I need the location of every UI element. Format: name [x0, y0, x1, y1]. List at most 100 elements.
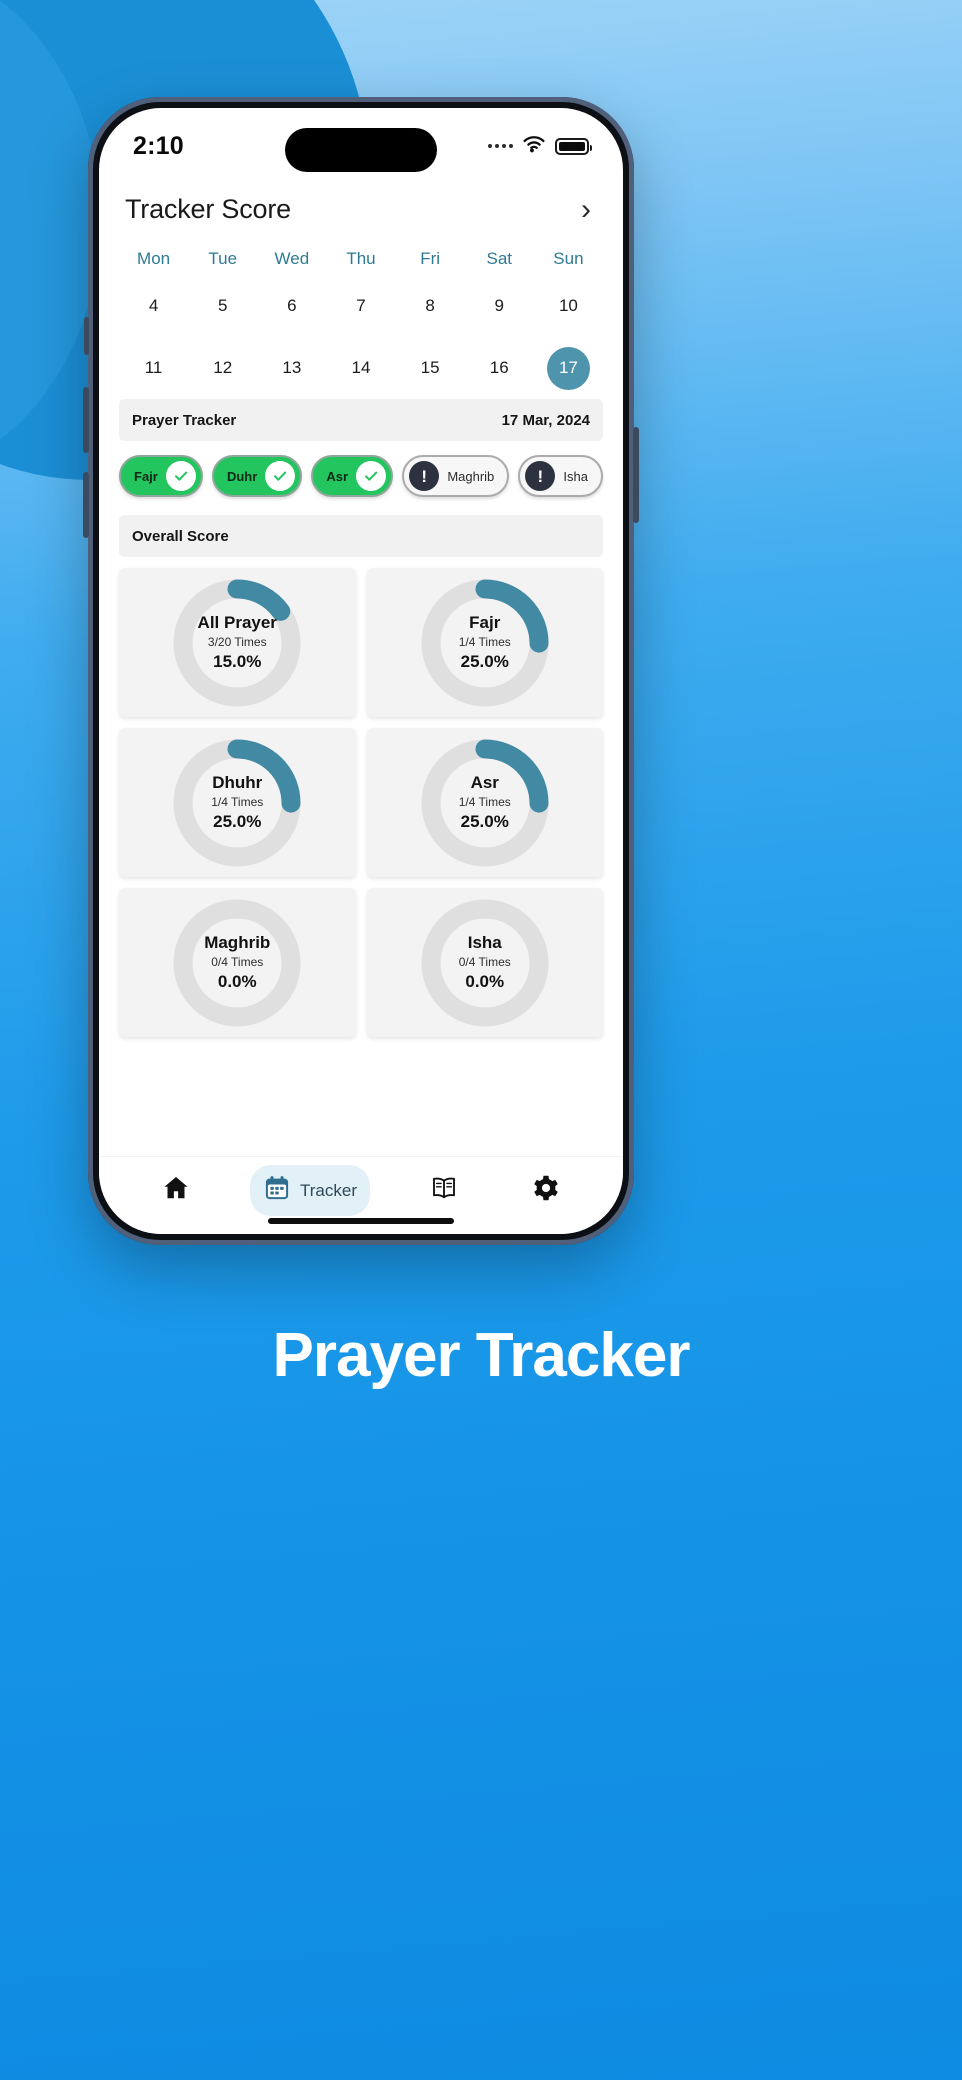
calendar-dow: Thu	[346, 249, 376, 268]
calendar-dow: Fri	[420, 249, 441, 268]
prayer-pill-fajr[interactable]: Fajr	[119, 455, 203, 497]
phone-mockup: 2:10 Tracker Score › Mon Tue Wed Thu Fri…	[83, 97, 639, 1245]
volume-up-button[interactable]	[83, 387, 89, 453]
calendar-day[interactable]: 16	[465, 345, 534, 391]
calendar-day[interactable]: 6	[257, 283, 326, 329]
score-card-name: Isha	[467, 932, 502, 952]
exclamation-icon: !	[409, 461, 440, 491]
calendar-day-selected[interactable]: 17	[534, 345, 603, 391]
status-bar: 2:10	[99, 108, 623, 180]
volume-down-button[interactable]	[83, 472, 89, 538]
calendar-week-row: 4 5 6 7 8 9 10	[119, 283, 603, 329]
score-card-percent: 15.0%	[213, 652, 262, 672]
donut-chart: Asr 1/4 Times 25.0%	[416, 734, 554, 872]
wifi-icon	[522, 135, 546, 158]
score-card[interactable]: All Prayer 3/20 Times 15.0%	[119, 568, 356, 717]
prayer-pill-label: Fajr	[134, 468, 158, 484]
score-card-name: Fajr	[469, 612, 501, 632]
prayer-pill-maghrib[interactable]: ! Maghrib	[402, 455, 510, 497]
score-card-percent: 25.0%	[213, 812, 262, 832]
calendar-day[interactable]: 4	[119, 283, 188, 329]
calendar-day[interactable]: 7	[326, 283, 395, 329]
app-header: Tracker Score ›	[99, 180, 623, 235]
mute-switch[interactable]	[84, 317, 89, 355]
nav-item-book[interactable]	[416, 1164, 472, 1217]
calendar-dow: Tue	[208, 249, 238, 268]
calendar-dow: Sat	[486, 249, 513, 268]
score-card-times: 3/20 Times	[207, 635, 267, 650]
score-card-grid: All Prayer 3/20 Times 15.0% Fajr 1/4 Times 25…	[99, 557, 623, 1037]
prayer-pill-label: Maghrib	[447, 468, 495, 484]
score-card-percent: 25.0%	[460, 812, 509, 832]
score-card[interactable]: Maghrib 0/4 Times 0.0%	[119, 888, 356, 1037]
calendar-strip: Mon Tue Wed Thu Fri Sat Sun 4 5 6 7 8 9 …	[99, 235, 623, 391]
score-card[interactable]: Isha 0/4 Times 0.0%	[366, 888, 603, 1037]
prayer-pill-label: Duhr	[226, 468, 258, 484]
score-card-percent: 0.0%	[217, 972, 257, 992]
nav-item-label: Tracker	[300, 1180, 357, 1200]
calendar-day[interactable]: 12	[188, 345, 257, 391]
check-icon	[356, 461, 387, 491]
gear-icon	[531, 1173, 561, 1208]
score-card[interactable]: Fajr 1/4 Times 25.0%	[366, 568, 603, 717]
score-card-name: Asr	[470, 772, 499, 792]
donut-chart: Maghrib 0/4 Times 0.0%	[168, 894, 306, 1032]
prayer-tracker-date: 17 Mar, 2024	[501, 411, 590, 429]
page-title: Tracker Score	[125, 194, 291, 224]
overall-score-title: Overall Score	[132, 527, 229, 545]
prayer-pill-isha[interactable]: ! Isha	[518, 455, 603, 497]
app-content: Tracker Score › Mon Tue Wed Thu Fri Sat …	[99, 180, 623, 1037]
calendar-day[interactable]: 14	[326, 345, 395, 391]
score-card[interactable]: Dhuhr 1/4 Times 25.0%	[119, 728, 356, 877]
score-card-times: 0/4 Times	[211, 955, 264, 970]
marketing-caption: Prayer Tracker	[272, 1321, 691, 1390]
calendar-day[interactable]: 9	[465, 283, 534, 329]
check-icon	[165, 461, 196, 491]
nav-item-settings[interactable]	[518, 1164, 574, 1217]
score-card-name: Maghrib	[204, 932, 271, 952]
score-card[interactable]: Asr 1/4 Times 25.0%	[366, 728, 603, 877]
prayer-pill-label: Asr	[326, 468, 349, 484]
score-card-times: 1/4 Times	[458, 635, 511, 650]
home-icon	[161, 1173, 191, 1208]
donut-chart: Fajr 1/4 Times 25.0%	[416, 574, 554, 712]
prayer-pill-asr[interactable]: Asr	[311, 455, 394, 497]
prayer-pill-label: Isha	[563, 468, 588, 484]
chevron-right-icon[interactable]: ›	[575, 194, 597, 225]
exclamation-icon: !	[525, 461, 556, 491]
prayer-pill-duhr[interactable]: Duhr	[211, 455, 303, 497]
calendar-dow: Mon	[137, 249, 171, 268]
donut-chart: Dhuhr 1/4 Times 25.0%	[168, 734, 306, 872]
donut-chart: Isha 0/4 Times 0.0%	[416, 894, 554, 1032]
calendar-day[interactable]: 5	[188, 283, 257, 329]
calendar-row-gap	[119, 329, 603, 345]
nav-item-tracker[interactable]: Tracker	[250, 1165, 370, 1216]
calendar-dow-row: Mon Tue Wed Thu Fri Sat Sun	[119, 239, 603, 283]
score-card-times: 0/4 Times	[458, 955, 511, 970]
phone-screen: 2:10 Tracker Score › Mon Tue Wed Thu Fri…	[99, 108, 623, 1234]
score-card-times: 1/4 Times	[211, 795, 264, 810]
calendar-day[interactable]: 10	[534, 283, 603, 329]
calendar-dow: Wed	[274, 249, 310, 268]
score-card-times: 1/4 Times	[458, 795, 511, 810]
prayer-tracker-header: Prayer Tracker 17 Mar, 2024	[119, 399, 603, 441]
calendar-week-row: 11 12 13 14 15 16 17	[119, 345, 603, 391]
nav-item-home[interactable]	[148, 1164, 204, 1217]
calendar-dow: Sun	[553, 249, 584, 268]
status-clock: 2:10	[133, 131, 184, 160]
donut-chart: All Prayer 3/20 Times 15.0%	[168, 574, 306, 712]
power-button[interactable]	[633, 427, 639, 523]
score-card-name: All Prayer	[197, 612, 277, 632]
calendar-icon	[263, 1174, 291, 1207]
score-card-percent: 25.0%	[460, 652, 509, 672]
calendar-day[interactable]: 15	[396, 345, 465, 391]
prayer-tracker-title: Prayer Tracker	[132, 411, 237, 429]
calendar-day[interactable]: 8	[396, 283, 465, 329]
score-card-name: Dhuhr	[212, 772, 263, 792]
dynamic-island	[285, 128, 437, 172]
calendar-day[interactable]: 13	[257, 345, 326, 391]
check-icon	[265, 461, 296, 491]
overall-score-header: Overall Score	[119, 515, 603, 557]
score-card-percent: 0.0%	[465, 972, 505, 992]
calendar-day[interactable]: 11	[119, 345, 188, 391]
